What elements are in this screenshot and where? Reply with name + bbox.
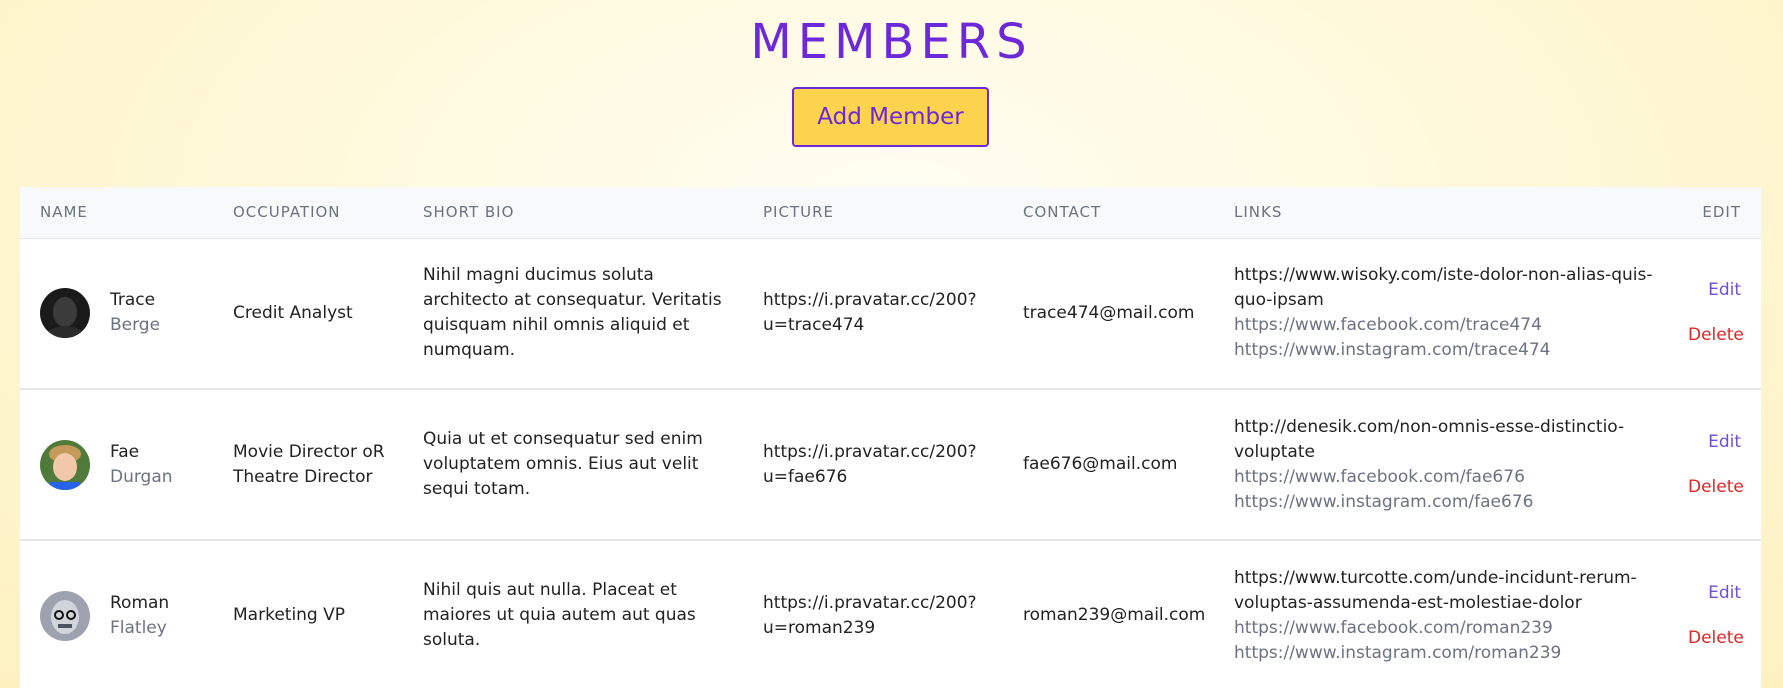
member-last-name: Durgan <box>110 466 173 487</box>
picture-url-line1: https://i.pravatar.cc/200? <box>763 441 977 462</box>
edit-link[interactable]: Edit <box>1688 278 1741 303</box>
name-cell: Roman Flatley <box>20 540 213 688</box>
header-contact: CONTACT <box>1003 187 1214 239</box>
members-table: NAME OCCUPATION SHORT BIO PICTURE CONTAC… <box>20 187 1761 688</box>
header-bio: SHORT BIO <box>403 187 743 239</box>
add-member-button[interactable]: Add Member <box>792 87 989 147</box>
picture-cell: https://i.pravatar.cc/200? u=trace474 <box>743 238 1003 389</box>
bio-cell: Nihil magni ducimus soluta architecto at… <box>423 265 722 361</box>
picture-url-line2: u=roman239 <box>763 617 876 638</box>
header-links: LINKS <box>1214 187 1668 239</box>
member-last-name: Berge <box>110 315 161 336</box>
picture-url-line1: https://i.pravatar.cc/200? <box>763 290 977 311</box>
header-name: NAME <box>20 187 213 239</box>
edit-link[interactable]: Edit <box>1688 430 1741 455</box>
table-row: Fae Durgan Movie Director oR Theatre Dir… <box>20 389 1761 540</box>
website-link[interactable]: https://www.turcotte.com/unde-incidunt-r… <box>1234 566 1668 616</box>
picture-url-line1: https://i.pravatar.cc/200? <box>763 592 977 613</box>
occupation-cell: Movie Director oR Theatre Director <box>233 441 385 487</box>
occupation-cell: Marketing VP <box>233 605 346 625</box>
facebook-link[interactable]: https://www.facebook.com/fae676 <box>1234 465 1668 490</box>
links-cell: https://www.wisoky.com/iste-dolor-non-al… <box>1214 238 1668 389</box>
member-first-name: Trace <box>110 290 156 311</box>
occupation-cell: Credit Analyst <box>233 302 353 323</box>
edit-link[interactable]: Edit <box>1688 581 1741 606</box>
page-title: MEMBERS <box>750 14 1033 70</box>
table-row: Trace Berge Credit Analyst Nihil magni d… <box>20 238 1761 389</box>
contact-cell: fae676@mail.com <box>1023 454 1178 474</box>
avatar <box>40 590 90 641</box>
website-link[interactable]: https://www.wisoky.com/iste-dolor-non-al… <box>1234 263 1668 313</box>
website-link[interactable]: http://denesik.com/non-omnis-esse-distin… <box>1234 415 1668 465</box>
name-cell: Trace Berge <box>20 238 213 389</box>
bio-cell: Nihil quis aut nulla. Placeat et maiores… <box>423 580 696 650</box>
picture-url-line2: u=fae676 <box>763 466 848 487</box>
delete-link[interactable]: Delete <box>1688 626 1744 651</box>
links-cell: https://www.turcotte.com/unde-incidunt-r… <box>1214 540 1668 688</box>
header-occupation: OCCUPATION <box>213 187 403 239</box>
facebook-link[interactable]: https://www.facebook.com/trace474 <box>1234 313 1668 338</box>
delete-link[interactable]: Delete <box>1688 323 1744 348</box>
delete-link[interactable]: Delete <box>1688 475 1744 500</box>
table-row: Roman Flatley Marketing VP Nihil quis au… <box>20 540 1761 688</box>
avatar <box>40 288 90 339</box>
picture-cell: https://i.pravatar.cc/200? u=fae676 <box>743 389 1003 540</box>
instagram-link[interactable]: https://www.instagram.com/roman239 <box>1234 641 1668 666</box>
member-last-name: Flatley <box>110 617 167 638</box>
bio-cell: Quia ut et consequatur sed enim voluptat… <box>423 429 703 499</box>
picture-cell: https://i.pravatar.cc/200? u=roman239 <box>743 540 1003 688</box>
actions-cell: Edit Delete <box>1668 540 1761 688</box>
contact-cell: trace474@mail.com <box>1023 302 1195 323</box>
header-picture: PICTURE <box>743 187 1003 239</box>
header-edit: EDIT <box>1668 187 1761 239</box>
links-cell: http://denesik.com/non-omnis-esse-distin… <box>1214 389 1668 540</box>
avatar <box>40 439 90 490</box>
facebook-link[interactable]: https://www.facebook.com/roman239 <box>1234 616 1668 641</box>
picture-url-line2: u=trace474 <box>763 315 865 336</box>
member-first-name: Roman <box>110 592 170 613</box>
name-cell: Fae Durgan <box>20 389 213 540</box>
instagram-link[interactable]: https://www.instagram.com/trace474 <box>1234 338 1668 363</box>
contact-cell: roman239@mail.com <box>1023 605 1206 625</box>
instagram-link[interactable]: https://www.instagram.com/fae676 <box>1234 490 1668 515</box>
actions-cell: Edit Delete <box>1668 238 1761 389</box>
table-header-row: NAME OCCUPATION SHORT BIO PICTURE CONTAC… <box>20 187 1761 239</box>
actions-cell: Edit Delete <box>1668 389 1761 540</box>
member-first-name: Fae <box>110 441 140 462</box>
